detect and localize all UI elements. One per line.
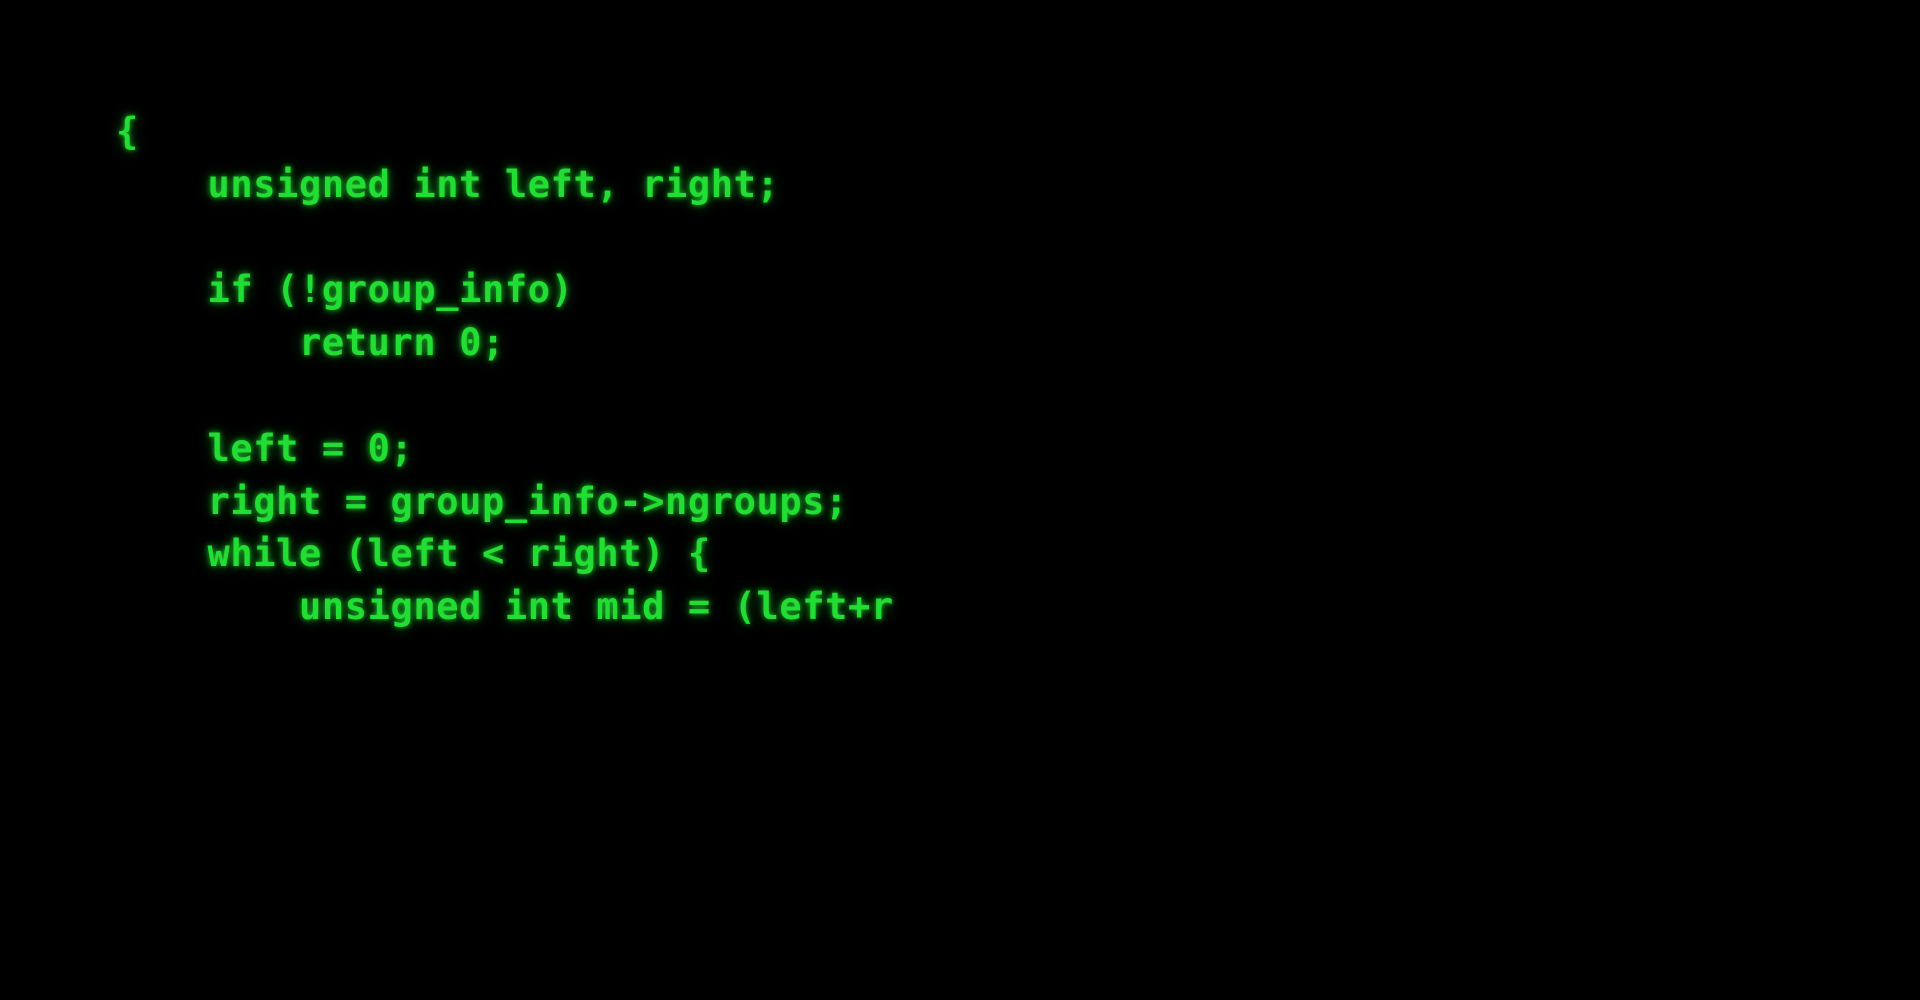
code-line-10: unsigned int mid = (left+r [116,585,894,629]
code-block: { unsigned int left, right; if (!group_i… [116,106,894,634]
code-line-5: return 0; [116,321,505,365]
code-line-7: left = 0; [116,426,414,470]
code-line-8: right = group_info->ngroups; [116,479,849,523]
code-line-4: if (!group_info) [116,268,574,312]
code-line-1: { [116,110,139,153]
code-line-9: while (left < right) { [116,532,711,576]
code-line-2: unsigned int left, right; [116,162,780,206]
terminal-screen: { unsigned int left, right; if (!group_i… [0,0,1920,1000]
